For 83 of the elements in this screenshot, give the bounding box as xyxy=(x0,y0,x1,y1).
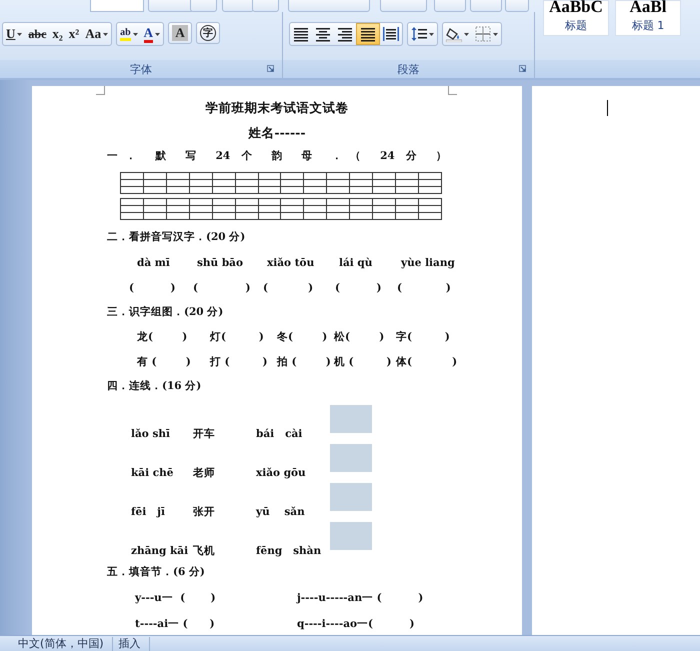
pinyin-text: zhāng kāi xyxy=(131,544,190,558)
pinyin-text: bái cài xyxy=(256,427,304,441)
answer-blank: ( ) xyxy=(263,281,314,295)
section-heading: 四．连线．(16 分) xyxy=(107,379,202,393)
chinese-word: 张开 xyxy=(193,505,216,519)
font-color-button[interactable]: A xyxy=(140,23,164,45)
superscript-button[interactable]: x² xyxy=(66,23,82,45)
section-heading: 二．看拼音写汉字．(20 分) xyxy=(107,230,246,244)
align-center-icon xyxy=(315,26,331,42)
pinyin-text: lǎo shī xyxy=(131,427,171,441)
align-left-icon xyxy=(293,26,309,42)
strikethrough-button[interactable]: abc xyxy=(25,23,50,45)
word-blank: 打 ( ) xyxy=(210,355,268,369)
pinyin-text: xiǎo gōu xyxy=(256,466,307,480)
syllable-blank: q----i----ao一( ) xyxy=(297,617,416,631)
dropdown-arrow-icon xyxy=(493,32,498,36)
subscript-button[interactable]: x₂ xyxy=(49,23,66,45)
word-blank: 有 ( ) xyxy=(137,355,192,369)
align-right-icon xyxy=(337,26,353,42)
section-heading: 五．填音节．(6 分) xyxy=(107,565,206,579)
document-title: 学前班期末考试语文试卷 xyxy=(204,100,350,116)
syllable-blank: y---u一 ( ) xyxy=(135,591,217,605)
style-preview[interactable]: AaBl 标题 1 xyxy=(615,0,681,36)
chinese-word: 飞机 xyxy=(193,544,216,558)
pinyin-text: shū bāo xyxy=(197,256,244,270)
group-label: 段落 xyxy=(398,62,420,76)
pinyin-text: dà mī xyxy=(137,256,171,270)
style-preview[interactable]: AaBbC 标题 xyxy=(543,0,609,36)
pinyin-text: lái qù xyxy=(339,256,374,270)
borders-icon xyxy=(475,26,491,42)
word-blank: 龙( ) xyxy=(137,330,188,344)
dropdown-arrow-icon xyxy=(464,32,469,36)
dropdown-arrow-icon xyxy=(429,32,434,36)
syllable-blank: j----u-----an一 ( ) xyxy=(297,591,424,605)
dropdown-arrow-icon xyxy=(155,32,160,36)
pinyin-text: yùe liang xyxy=(401,256,456,270)
photo-placeholder xyxy=(330,405,372,433)
word-blank: 冬( ) xyxy=(277,330,328,344)
pinyin-text: xiǎo tōu xyxy=(267,256,316,270)
pinyin-text: fēi jī xyxy=(131,505,166,519)
photo-placeholder xyxy=(330,444,372,472)
line-spacing-icon xyxy=(411,26,427,42)
dropdown-arrow-icon xyxy=(132,32,138,36)
answer-blank: ( ) xyxy=(129,281,176,295)
section-heading: 三．识字组图．(20 分) xyxy=(107,305,224,319)
highlight-button[interactable]: ab xyxy=(117,23,141,45)
pinyin-text: fēng shàn xyxy=(256,544,322,558)
enclose-character-button[interactable]: 字 xyxy=(196,22,220,44)
word-blank: 拍 ( ) xyxy=(277,355,332,369)
dialog-launcher-icon xyxy=(519,65,526,72)
character-shading-button[interactable]: A xyxy=(168,22,192,44)
underline-button[interactable]: U xyxy=(3,23,26,45)
photo-placeholder xyxy=(330,522,372,550)
answer-blank: ( ) xyxy=(193,281,252,295)
chinese-word: 老师 xyxy=(193,466,216,480)
crop-mark xyxy=(96,86,105,95)
syllable-blank: t----ai一 ( ) xyxy=(135,617,216,631)
distribute-icon xyxy=(383,26,399,42)
word-blank: 松( ) xyxy=(334,330,386,344)
dropdown-arrow-icon xyxy=(17,32,22,36)
group-label: 字体 xyxy=(130,62,152,76)
pinyin-text: kāi chē xyxy=(131,466,174,480)
word-blank: 字( ) xyxy=(396,330,451,344)
answer-blank: ( ) xyxy=(335,281,382,295)
status-item: 插入 xyxy=(118,636,150,650)
photo-placeholder xyxy=(330,483,372,511)
word-blank: 机 ( ) xyxy=(334,355,392,369)
change-case-button[interactable]: Aa xyxy=(82,23,112,45)
dropdown-arrow-icon xyxy=(103,32,108,36)
crop-mark xyxy=(448,86,457,95)
paint-bucket-icon xyxy=(446,26,462,42)
section-heading: 一． 默 写 24 个 韵 母 ．（ 24 分 ） xyxy=(107,149,447,163)
justify-icon xyxy=(360,26,376,42)
answer-blank: ( ) xyxy=(397,281,452,295)
word-blank: 体( ) xyxy=(396,355,458,369)
pinyin-text: yū sǎn xyxy=(256,505,306,519)
text-cursor xyxy=(607,100,608,116)
name-line: 姓名------ xyxy=(247,125,307,141)
word-blank: 灯( ) xyxy=(210,330,265,344)
chinese-word: 开车 xyxy=(193,427,216,441)
justify-button[interactable] xyxy=(356,23,380,45)
status-item: 中文(简体，中国) xyxy=(18,636,113,650)
dialog-launcher-icon xyxy=(267,65,274,72)
